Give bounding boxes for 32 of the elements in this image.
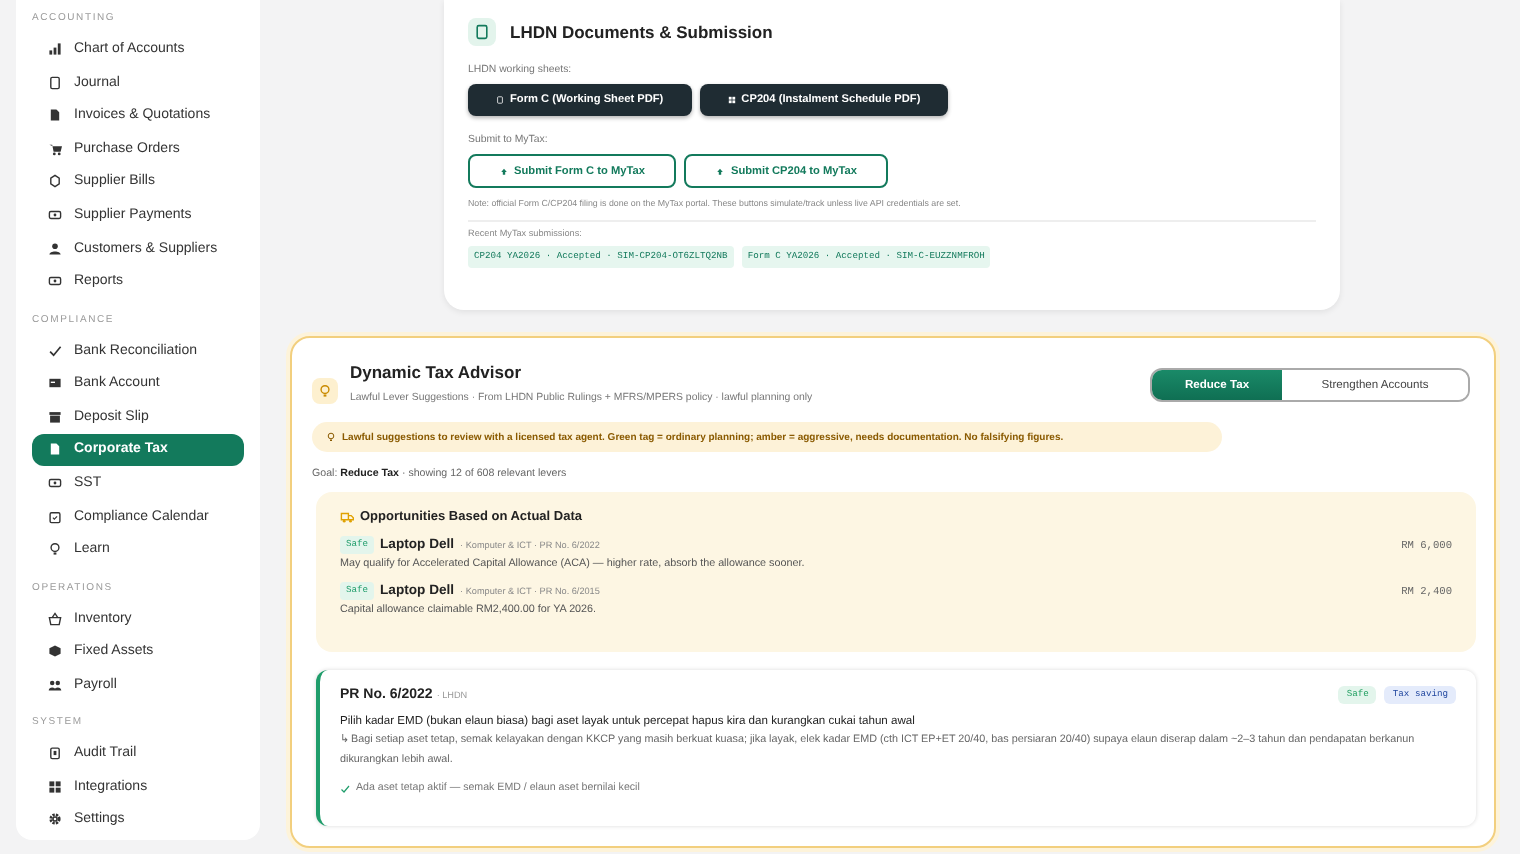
lightbulb-icon (318, 384, 332, 398)
settings-icon (48, 812, 62, 827)
cube-icon (48, 644, 62, 659)
people-icon (48, 677, 62, 692)
cart-icon (48, 141, 62, 156)
document-icon (48, 442, 62, 457)
card-title: Dynamic Tax Advisor (350, 362, 522, 382)
tray-icon (48, 409, 62, 424)
box-icon (48, 174, 62, 189)
calendar-icon (48, 509, 62, 524)
cash-icon (48, 475, 62, 490)
clipboard-icon (48, 746, 62, 761)
basket-icon (48, 611, 62, 626)
lightbulb-icon (326, 432, 336, 442)
upload-icon (500, 167, 508, 175)
card-icon (48, 376, 62, 391)
cash-icon (48, 274, 62, 289)
grid-icon (48, 779, 62, 794)
check-icon (48, 343, 62, 358)
person-icon (48, 241, 62, 256)
document-icon (48, 75, 62, 90)
document-icon (48, 108, 62, 123)
document-icon (496, 96, 504, 104)
bar-chart-icon (48, 41, 62, 56)
upload-icon (716, 167, 725, 175)
truck-icon (340, 510, 354, 524)
check-icon (340, 783, 350, 793)
document-icon (474, 24, 490, 40)
grid-icon (727, 96, 736, 104)
card-title: LHDN Documents & Submission (510, 22, 773, 42)
cash-icon (48, 207, 62, 222)
lightbulb-icon (48, 542, 62, 557)
